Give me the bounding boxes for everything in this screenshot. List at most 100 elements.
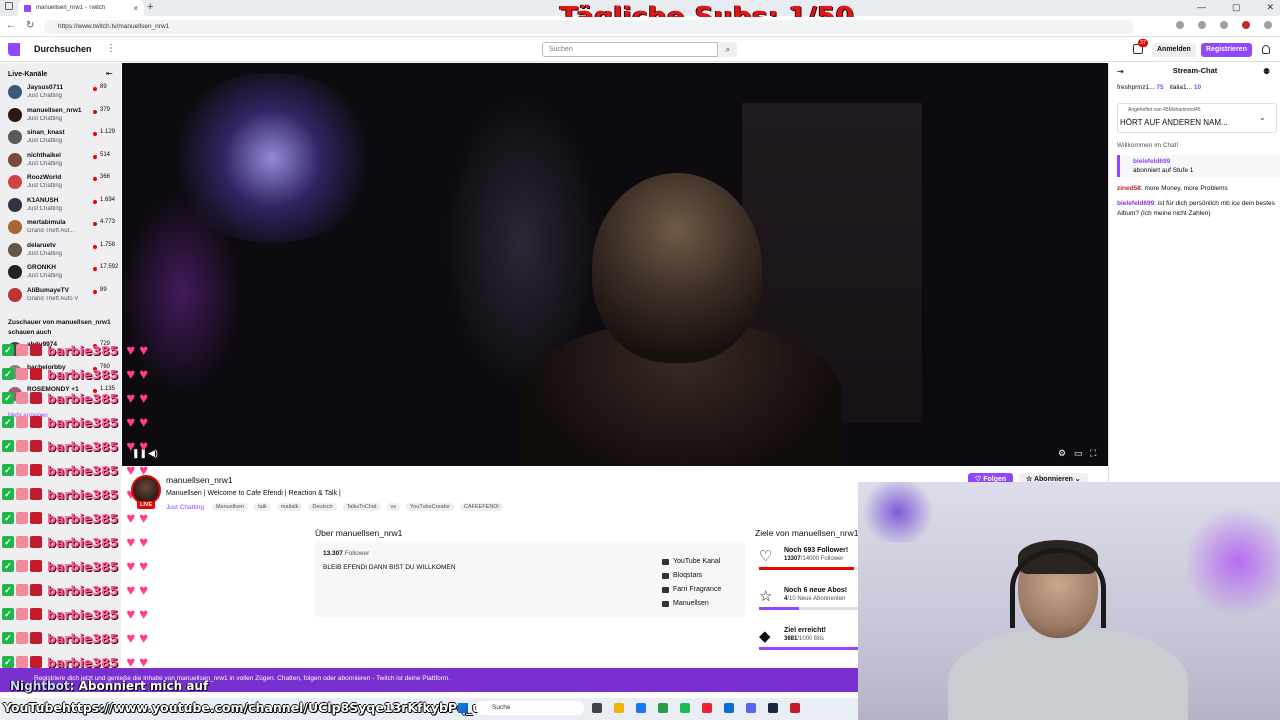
app-icon[interactable] <box>790 703 800 713</box>
maximize-icon[interactable]: ▢ <box>1232 2 1241 13</box>
sidebar-channel[interactable]: Jaysus0711 Just Chatting 89 <box>0 82 121 104</box>
login-button[interactable]: Anmelden <box>1152 43 1196 57</box>
stream-tag[interactable]: talk <box>254 503 271 511</box>
sidebar-channel[interactable]: RoozWorld Just Chatting 366 <box>0 172 121 194</box>
social-link[interactable]: Farri Fragrance <box>662 586 721 593</box>
search-input[interactable]: Suchen <box>542 42 718 57</box>
chat-username[interactable]: bielefeld699 <box>1117 200 1154 207</box>
chrome-icon[interactable] <box>658 703 668 713</box>
search-icon[interactable]: ⌕ <box>719 42 737 57</box>
collapse-sidebar-icon[interactable]: ⇤ <box>106 69 113 78</box>
live-dot-icon <box>93 109 97 114</box>
bookmark-icon[interactable] <box>1176 21 1184 29</box>
stream-tag[interactable]: vs <box>386 503 401 511</box>
social-link[interactable]: Manuellsen <box>662 600 709 607</box>
sidebar-channel[interactable]: K1ANUSH Just Chatting 1.694 <box>0 195 121 217</box>
channel-name: manuellsen_nrw1 <box>27 106 82 114</box>
stream-tag[interactable]: Deutsch <box>308 503 337 511</box>
bits-icon: ◆ <box>759 628 771 645</box>
sidebar-channel[interactable]: AliBumayeTV Grand Theft Auto V 89 <box>0 285 121 307</box>
more-options-icon[interactable]: ⋮ <box>106 43 116 54</box>
sidebar-channel[interactable]: nichthaikel Just Chatting 514 <box>0 150 121 172</box>
chat-users-icon[interactable]: ⚉ <box>1263 67 1270 76</box>
minimize-icon[interactable]: — <box>1197 2 1206 13</box>
heart-icon: ♥ <box>126 413 136 431</box>
user-menu-icon[interactable] <box>1262 45 1270 54</box>
channel-game: Just Chatting <box>27 138 63 144</box>
sticker-spam-row: ✓barbie385♥♥ <box>2 556 148 576</box>
nightbot-message: Nightbot: Abonniert mich auf <box>10 679 208 693</box>
chat-message: bielefeld699: ist für dich persönlich mb… <box>1117 200 1275 217</box>
back-icon[interactable]: ← <box>6 20 16 31</box>
stream-tag[interactable]: YouTubeCreator <box>406 503 454 511</box>
video-player[interactable]: ❚❚ ◀) ⚙ ▭ ⛶ <box>122 63 1108 466</box>
sub-user[interactable]: bielefeld699 <box>1133 158 1170 165</box>
twitch-logo-icon[interactable] <box>8 43 20 56</box>
discord-icon[interactable] <box>746 703 756 713</box>
stream-tag[interactable]: TalksToChat <box>342 503 381 511</box>
edge-icon[interactable] <box>636 703 646 713</box>
sub-badge-icon <box>16 560 28 572</box>
stream-tag[interactable]: CAFEEFENDI <box>459 503 503 511</box>
url-field[interactable]: https://www.twitch.tv/manuellsen_nrw1 <box>44 20 1134 34</box>
channel-game: Just Chatting <box>27 205 63 212</box>
browser-tab[interactable]: manuellsen_nrw1 - Twitch × <box>18 0 144 16</box>
theatre-mode-icon[interactable]: ▭ <box>1074 448 1083 459</box>
headset-icon <box>1010 548 1106 628</box>
sticker-spam-row: ✓barbie385♥♥ <box>2 460 148 480</box>
sticker-username: barbie385 <box>47 462 119 478</box>
fullscreen-icon[interactable]: ⛶ <box>1090 448 1096 459</box>
sidebar-channel[interactable]: GRONKH Just Chatting 17.592 <box>0 262 121 284</box>
sidebar-channel[interactable]: manuellsen_nrw1 Just Chatting 379 <box>0 105 121 127</box>
app-icon[interactable] <box>702 703 712 713</box>
profile-icon[interactable] <box>1220 21 1228 29</box>
game-link[interactable]: Just Chatting <box>166 504 204 511</box>
sidebar-channel[interactable]: sinan_knast Just Chatting 1.129 <box>0 127 121 149</box>
spotify-icon[interactable] <box>680 703 690 713</box>
live-dot-icon <box>93 154 97 159</box>
sub-notification: bielefeld699 abonniert auf Stufe 1 <box>1117 155 1280 177</box>
sidebar-channel[interactable]: mertabimula Grand Theft Aut... 4.773 <box>0 217 121 239</box>
close-tab-icon[interactable]: × <box>133 4 138 13</box>
channel-bio: BLEIB EFENDI DANN BIST DU WILLKOMEN <box>323 564 456 571</box>
avatar <box>8 175 22 189</box>
gift-badge-icon <box>30 392 42 404</box>
taskbar-search[interactable]: Suche <box>476 701 584 715</box>
sub-badge-icon <box>16 488 28 500</box>
gifter-entry[interactable]: italia1... 10 <box>1170 84 1201 91</box>
browse-link[interactable]: Durchsuchen <box>34 44 92 54</box>
social-link[interactable]: Bloqstars <box>662 572 702 579</box>
extension-badge-icon[interactable] <box>1242 21 1250 29</box>
reload-icon[interactable]: ↻ <box>26 20 34 31</box>
chevron-down-icon[interactable]: ⌄ <box>1259 113 1266 122</box>
extension-icon[interactable] <box>1198 21 1206 29</box>
tab-actions-icon[interactable] <box>5 2 13 10</box>
sub-text: abonniert auf Stufe 1 <box>1133 167 1194 174</box>
sticker-username: barbie385 <box>47 558 119 574</box>
windows-start-icon[interactable] <box>458 703 468 713</box>
social-link[interactable]: YouTube Kanal <box>662 558 720 565</box>
pinned-by: Angeheftet von 45Mohammed45 <box>1128 107 1201 113</box>
close-window-icon[interactable]: ✕ <box>1266 2 1274 13</box>
file-explorer-icon[interactable] <box>592 703 602 713</box>
steam-icon[interactable] <box>768 703 778 713</box>
social-link-label: Manuellsen <box>673 600 709 607</box>
channel-name: K1ANUSH <box>27 196 59 204</box>
stream-tag[interactable]: realtalk <box>276 503 303 511</box>
settings-icon[interactable]: ⚙ <box>1058 448 1066 459</box>
menu-icon[interactable] <box>1264 21 1272 29</box>
channel-name[interactable]: manuellsen_nrw1 <box>166 475 233 485</box>
sidebar-channel[interactable]: delaruetv Just Chatting 1.758 <box>0 240 121 262</box>
folder-icon[interactable] <box>614 703 624 713</box>
new-tab-icon[interactable]: + <box>147 1 153 13</box>
volume-icon[interactable]: ◀) <box>148 448 158 459</box>
chat-username[interactable]: zined58 <box>1117 185 1141 192</box>
signup-button[interactable]: Registrieren <box>1201 43 1252 57</box>
gift-badge-icon <box>30 584 42 596</box>
pinned-message[interactable]: Angeheftet von 45Mohammed45 HÖRT AUF AND… <box>1117 103 1277 133</box>
app-icon[interactable] <box>724 703 734 713</box>
gifter-entry[interactable]: freshprinz1... 75 <box>1117 84 1164 91</box>
sticker-username: barbie385 <box>47 414 119 430</box>
heart-icon: ♥ <box>126 461 136 479</box>
stream-tag[interactable]: Manuellsen <box>211 503 249 511</box>
